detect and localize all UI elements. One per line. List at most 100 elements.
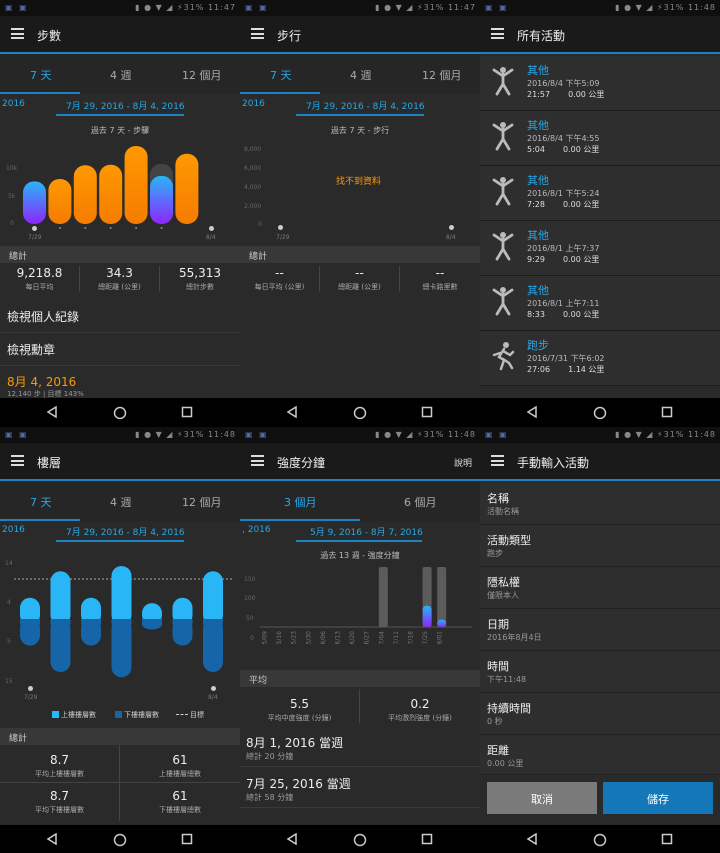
date-range[interactable]: 7月 29, 2016 - 8月 4, 2016 [66, 525, 185, 538]
home-icon[interactable] [353, 833, 367, 847]
tab-bar: 7 天 4 週 12 個月 [0, 54, 240, 94]
tab-12-months[interactable]: 12 個月 [182, 67, 222, 83]
save-button[interactable]: 儲存 [603, 782, 713, 814]
field-name[interactable]: 名稱 活動名稱 [480, 483, 720, 525]
field-value: 下午11:48 [487, 675, 527, 684]
menu-icon[interactable] [11, 28, 24, 39]
stat-value: 61 [172, 753, 188, 767]
menu-icon[interactable] [491, 28, 504, 39]
activity-metrics: 27:06 1.14 公里 [527, 364, 604, 375]
page-title: 強度分鐘 [277, 456, 326, 470]
stat-label: 總卡路里數 [422, 283, 458, 291]
tab-4-weeks[interactable]: 4 週 [350, 67, 372, 83]
field-label: 日期 [487, 618, 509, 631]
activity-distance: 0.00 公里 [562, 200, 600, 209]
back-icon[interactable] [526, 406, 538, 418]
stat-value: -- [435, 266, 445, 280]
field-label: 活動類型 [487, 534, 531, 547]
x-tick-label: 6/06 [320, 631, 327, 645]
home-icon[interactable] [593, 833, 607, 847]
field-time[interactable]: 時間 下午11:48 [480, 651, 720, 693]
activity-row[interactable]: 其他 2016/8/1 上午7:11 8:33 0.00 公里 [480, 276, 720, 331]
field-date[interactable]: 日期 2016年8月4日 [480, 609, 720, 651]
week-row[interactable]: 7月 25, 2016 當週 總計 58 分鐘 [240, 767, 480, 808]
tab-bar: 7 天 4 週 12 個月 [240, 54, 480, 94]
tab-12-months[interactable]: 12 個月 [422, 67, 462, 83]
tab-3-months[interactable]: 3 個月 [284, 494, 317, 510]
day-date[interactable]: 8月 4, 2016 [7, 373, 76, 390]
step-bar [23, 181, 46, 224]
page-title: 所有活動 [517, 29, 566, 43]
date-range[interactable]: 7月 29, 2016 - 8月 4, 2016 [306, 99, 425, 112]
stat-value: 55,313 [179, 266, 221, 280]
recents-icon[interactable] [661, 406, 673, 418]
date-range[interactable]: 5月 9, 2016 - 8月 7, 2016 [310, 525, 423, 538]
back-icon[interactable] [526, 833, 538, 845]
tab-12-months[interactable]: 12 個月 [182, 494, 222, 510]
notification-icons: ▣ ▣ [245, 430, 269, 439]
activity-duration: 27:06 [527, 365, 551, 374]
tab-6-months[interactable]: 6 個月 [404, 494, 437, 510]
back-icon[interactable] [286, 406, 298, 418]
field-activity-type[interactable]: 活動類型 跑步 [480, 525, 720, 567]
field-distance[interactable]: 距離 0.00 公里 [480, 735, 720, 775]
activity-row[interactable]: 跑步 2016/7/31 下午6:02 27:06 1.14 公里 [480, 331, 720, 386]
back-icon[interactable] [46, 406, 58, 418]
date-range[interactable]: 7月 29, 2016 - 8月 4, 2016 [66, 99, 185, 112]
recents-icon[interactable] [181, 406, 193, 418]
week-total: 總計 58 分鐘 [246, 793, 294, 802]
back-icon[interactable] [286, 833, 298, 845]
tab-bar: 3 個月 6 個月 [240, 481, 480, 521]
x-tick-label: 7/25 [422, 631, 429, 645]
field-duration[interactable]: 持續時間 0 秒 [480, 693, 720, 735]
tab-4-weeks[interactable]: 4 週 [110, 67, 132, 83]
floors-up-bar [203, 571, 223, 625]
activity-row[interactable]: 其他 2016/8/4 下午4:55 5:04 0.00 公里 [480, 111, 720, 166]
field-value: 0 秒 [487, 717, 503, 726]
tab-7-days[interactable]: 7 天 [30, 67, 52, 83]
menu-icon[interactable] [491, 455, 504, 466]
floors-up-bar [50, 571, 71, 625]
y-tick: 0 [258, 221, 262, 228]
x-tick-label: 7/18 [408, 631, 415, 645]
week-total-bar [378, 567, 388, 627]
recents-icon[interactable] [181, 833, 193, 845]
home-icon[interactable] [113, 833, 127, 847]
activity-duration: 8:33 [527, 310, 545, 319]
tab-indicator [240, 519, 360, 521]
activity-row[interactable]: 其他 2016/8/1 上午7:37 9:29 0.00 公里 [480, 221, 720, 276]
view-records-link[interactable]: 檢視個人紀錄 [0, 300, 240, 333]
menu-icon[interactable] [11, 455, 24, 466]
section-header: 總計 [0, 728, 240, 745]
home-icon[interactable] [593, 406, 607, 420]
cancel-button[interactable]: 取消 [487, 782, 597, 814]
activity-row[interactable]: 其他 2016/8/1 下午5:24 7:28 0.00 公里 [480, 166, 720, 221]
app-bar: 手動輸入活動 [480, 443, 720, 481]
tab-4-weeks[interactable]: 4 週 [110, 494, 132, 510]
recents-icon[interactable] [661, 833, 673, 845]
x-marker [209, 226, 214, 231]
intensity-bar [422, 605, 432, 627]
back-icon[interactable] [46, 833, 58, 845]
view-badges-link[interactable]: 檢視勳章 [0, 333, 240, 366]
menu-icon[interactable] [251, 455, 264, 466]
tab-7-days[interactable]: 7 天 [270, 67, 292, 83]
field-privacy[interactable]: 隱私權 僅限本人 [480, 567, 720, 609]
week-row[interactable]: 8月 1, 2016 當週 總計 20 分鐘 [240, 726, 480, 767]
status-bar: ▣ ▣ ▮ ● ▼ ◢ ⚡31% 11:48 [240, 427, 480, 443]
menu-icon[interactable] [251, 28, 264, 39]
floors-down-bar [203, 619, 223, 672]
home-icon[interactable] [113, 406, 127, 420]
help-button[interactable]: 說明 [454, 456, 472, 469]
activity-row[interactable]: 其他 2016/8/4 下午5:09 21:57 0.00 公里 [480, 56, 720, 111]
recents-icon[interactable] [421, 406, 433, 418]
home-icon[interactable] [353, 406, 367, 420]
recents-icon[interactable] [421, 833, 433, 845]
activity-datetime: 2016/8/4 下午5:09 [527, 79, 600, 88]
x-tick-label: 5/16 [276, 631, 283, 645]
y-tick: 8,000 [244, 146, 262, 153]
tab-7-days[interactable]: 7 天 [30, 494, 52, 510]
step-bar [150, 175, 173, 224]
step-bar [124, 146, 148, 224]
app-bar: 步行 [240, 16, 480, 54]
